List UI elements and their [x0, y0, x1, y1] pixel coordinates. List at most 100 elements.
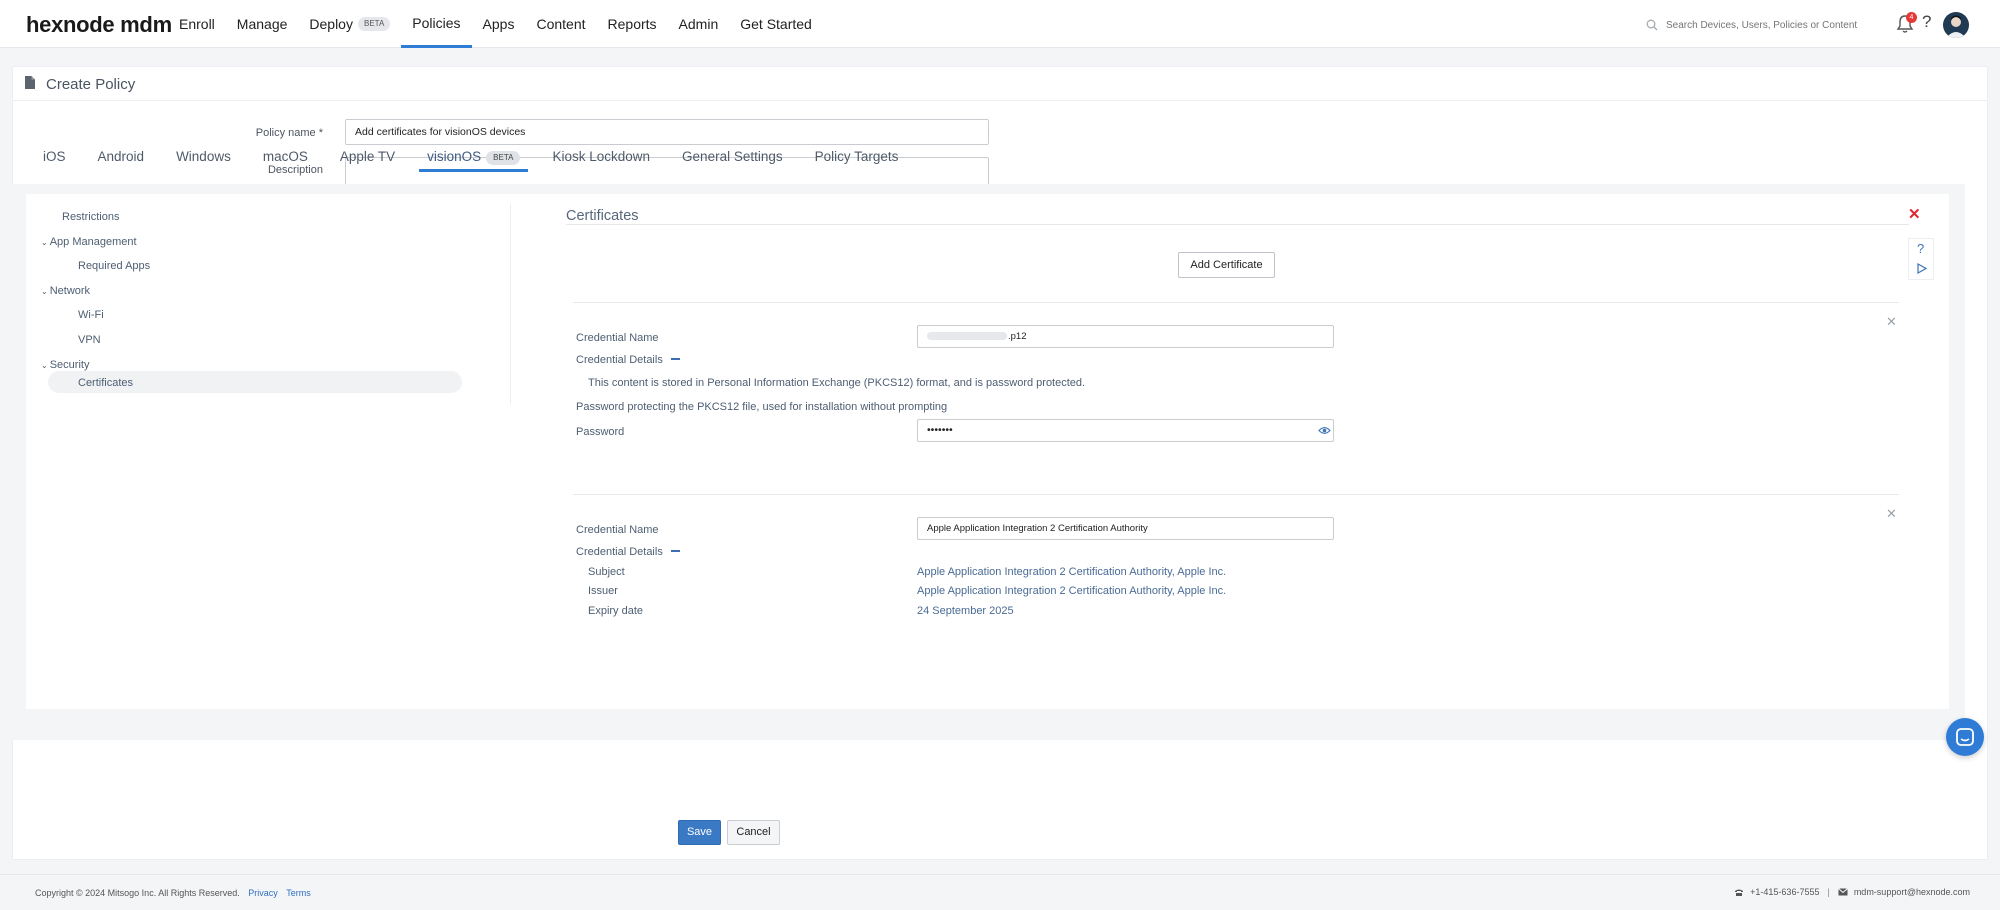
sidebar-item-required-apps[interactable]: Required Apps	[78, 260, 150, 272]
main-nav: Enroll Manage Deploy BETA Policies Apps C…	[168, 0, 823, 48]
tab-android[interactable]: Android	[90, 144, 153, 172]
cert1-credential-name-input[interactable]: .p12	[917, 325, 1334, 348]
cert2-issuer-value: Apple Application Integration 2 Certific…	[917, 585, 1227, 597]
global-search	[1646, 16, 1896, 34]
sidebar-item-vpn[interactable]: VPN	[78, 334, 101, 346]
tab-macos[interactable]: macOS	[255, 144, 316, 172]
cert1-password-input[interactable]: •••••••	[917, 419, 1334, 442]
sidebar-item-certificates[interactable]: Certificates	[78, 377, 133, 389]
collapse-minus-icon	[670, 550, 680, 553]
cert1-password-value: •••••••	[927, 424, 953, 436]
nav-admin[interactable]: Admin	[668, 0, 730, 48]
sidebar-group-security-label: Security	[49, 359, 90, 371]
save-button[interactable]: Save	[678, 820, 721, 845]
cert2-credential-details-label: Credential Details	[576, 546, 663, 558]
deploy-beta-badge: BETA	[357, 17, 391, 31]
footer-email[interactable]: mdm-support@hexnode.com	[1854, 887, 1970, 897]
support-chat-button[interactable]	[1946, 718, 1984, 756]
tab-windows-label: Windows	[176, 149, 231, 164]
search-input[interactable]	[1666, 19, 1886, 31]
cert2-credential-details-toggle[interactable]: Credential Details	[576, 546, 680, 558]
tab-kiosk-lockdown-label: Kiosk Lockdown	[552, 149, 651, 164]
side-help-panel: ?	[1908, 238, 1934, 280]
notifications-button[interactable]: 4	[1896, 12, 1917, 36]
sidebar-item-restrictions[interactable]: Restrictions	[62, 211, 119, 223]
nav-deploy-label: Deploy	[309, 16, 353, 32]
nav-manage-label: Manage	[236, 16, 288, 32]
cert2-issuer-label: Issuer	[588, 585, 618, 597]
nav-policies-label: Policies	[412, 14, 461, 31]
cert1-credential-details-toggle[interactable]: Credential Details	[576, 354, 680, 366]
sidebar-group-security[interactable]: ⌄ Security	[41, 359, 89, 371]
hexnode-logo[interactable]: hexnode mdm	[26, 12, 172, 38]
tab-general-settings-label: General Settings	[682, 149, 783, 164]
page-footer: Copyright © 2024 Mitsogo Inc. All Rights…	[0, 874, 2000, 910]
notification-count-badge: 4	[1906, 12, 1917, 23]
tab-kiosk-lockdown[interactable]: Kiosk Lockdown	[544, 144, 658, 172]
tab-apple-tv[interactable]: Apple TV	[332, 144, 403, 172]
nav-deploy[interactable]: Deploy BETA	[298, 0, 401, 48]
tab-policy-targets[interactable]: Policy Targets	[807, 144, 907, 172]
platform-tabs: iOS Android Windows macOS Apple TV visio…	[35, 144, 922, 172]
tab-ios[interactable]: iOS	[35, 144, 74, 172]
chevron-down-icon: ⌄	[41, 237, 48, 247]
footer-phone[interactable]: +1-415-636-7555	[1750, 887, 1819, 897]
cert1-password-label: Password	[576, 426, 625, 438]
cert2-expiry-value: 24 September 2025	[917, 605, 1014, 617]
add-certificate-button[interactable]: Add Certificate	[1178, 252, 1275, 278]
cert1-credential-name-label: Credential Name	[576, 332, 659, 344]
sidebar-group-app-management-label: App Management	[49, 236, 137, 248]
tab-general-settings[interactable]: General Settings	[674, 144, 791, 172]
nav-policies[interactable]: Policies	[401, 0, 472, 48]
footer-privacy-link[interactable]: Privacy	[248, 888, 278, 898]
user-avatar[interactable]	[1943, 12, 1969, 38]
remove-certificate-1-close-icon[interactable]: ✕	[1886, 314, 1897, 330]
tab-windows[interactable]: Windows	[168, 144, 239, 172]
help-icon[interactable]: ?	[1922, 12, 1931, 32]
remove-section-close-icon[interactable]: ✕	[1908, 207, 1921, 222]
phone-icon	[1735, 889, 1744, 896]
sidebar-group-network-label: Network	[49, 285, 91, 297]
cert2-credential-name-value: Apple Application Integration 2 Certific…	[927, 523, 1148, 534]
sidebar-item-wifi[interactable]: Wi-Fi	[78, 309, 104, 321]
nav-apps[interactable]: Apps	[472, 0, 526, 48]
chat-icon	[1956, 728, 1974, 746]
nav-get-started[interactable]: Get Started	[729, 0, 823, 48]
cert2-credential-name-label: Credential Name	[576, 524, 659, 536]
cert2-expiry-label: Expiry date	[588, 605, 644, 617]
cert1-credential-name-suffix: .p12	[1008, 331, 1027, 342]
cert1-pkcs-note: This content is stored in Personal Infor…	[588, 377, 1086, 389]
cert1-credential-details-label: Credential Details	[576, 354, 663, 366]
sidebar-group-app-management[interactable]: ⌄ App Management	[41, 236, 137, 248]
help-question-icon[interactable]: ?	[1917, 241, 1924, 256]
cancel-button[interactable]: Cancel	[727, 820, 780, 845]
footer-terms-link[interactable]: Terms	[286, 888, 311, 898]
nav-manage[interactable]: Manage	[226, 0, 299, 48]
tab-visionos[interactable]: visionOS BETA	[419, 144, 529, 172]
nav-content-label: Content	[536, 16, 586, 32]
play-video-icon[interactable]	[1917, 263, 1927, 274]
sidebar-group-network[interactable]: ⌄ Network	[41, 285, 90, 297]
user-avatar-icon	[1946, 15, 1966, 38]
policy-name-input[interactable]	[345, 119, 989, 145]
certificates-section-title: Certificates	[566, 208, 639, 224]
cert2-subject-value: Apple Application Integration 2 Certific…	[917, 566, 1227, 578]
blurred-filename	[927, 332, 1007, 341]
certificate-1-divider	[573, 302, 1899, 303]
nav-reports[interactable]: Reports	[597, 0, 668, 48]
nav-enroll[interactable]: Enroll	[168, 0, 226, 48]
sidebar-divider	[510, 204, 511, 404]
nav-apps-label: Apps	[482, 16, 515, 32]
remove-certificate-2-close-icon[interactable]: ✕	[1886, 506, 1897, 522]
footer-contact: +1-415-636-7555 | mdm-support@hexnode.co…	[1734, 887, 1970, 897]
cert2-credential-name-input[interactable]: Apple Application Integration 2 Certific…	[917, 517, 1334, 540]
nav-content[interactable]: Content	[525, 0, 596, 48]
footer-copyright: Copyright © 2024 Mitsogo Inc. All Rights…	[35, 888, 240, 898]
show-password-eye-icon[interactable]	[1318, 426, 1331, 435]
cert1-password-note: Password protecting the PKCS12 file, use…	[576, 401, 948, 413]
policy-settings-panel: Restrictions ⌄ App Management Required Ap…	[26, 194, 1949, 709]
policy-name-label: Policy name *	[255, 127, 323, 139]
document-icon	[25, 76, 35, 89]
footer-separator: |	[1827, 887, 1830, 897]
page-title: Create Policy	[46, 76, 136, 93]
